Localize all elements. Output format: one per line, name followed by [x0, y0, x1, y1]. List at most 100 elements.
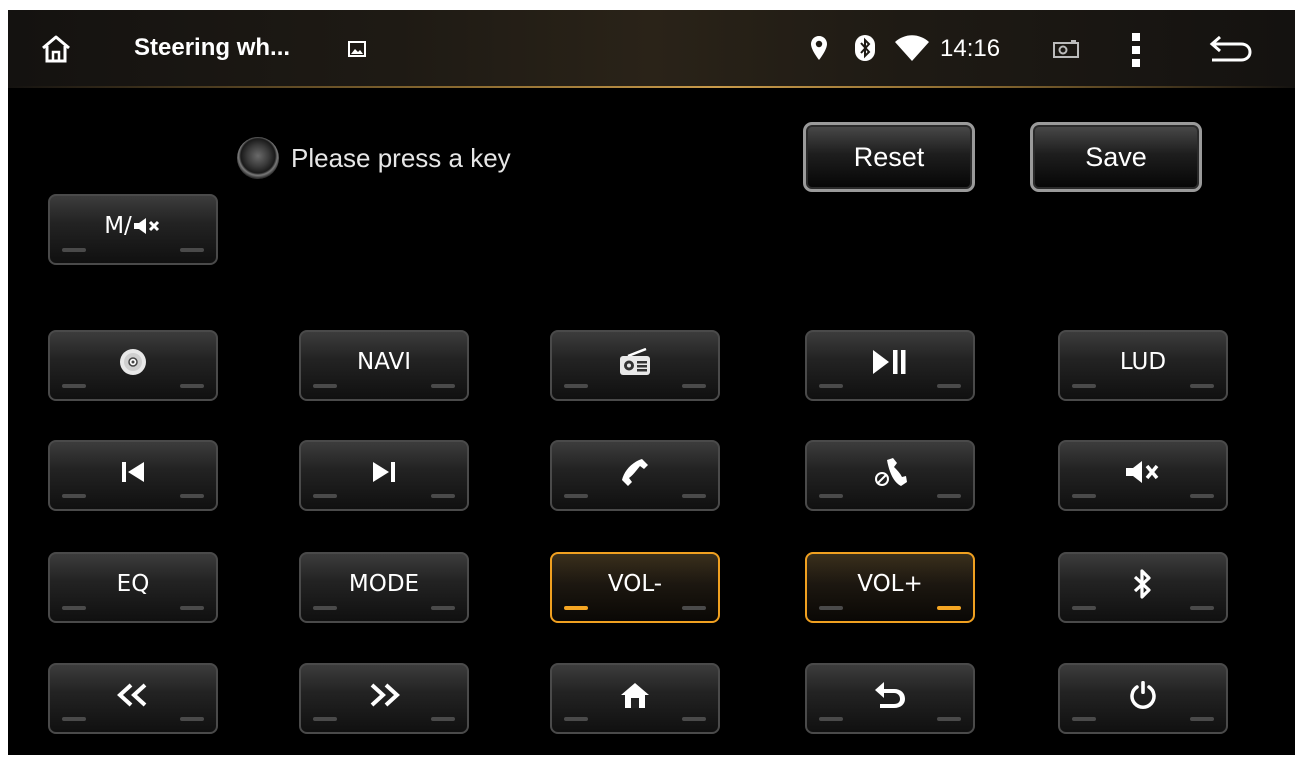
power-icon [1129, 680, 1157, 714]
key-indicator [1190, 494, 1214, 498]
key-power[interactable] [1058, 663, 1228, 734]
key-label: LUD [1119, 348, 1167, 375]
prompt-text: Please press a key [291, 143, 511, 173]
key-indicator [937, 384, 961, 388]
phone-answer-icon [620, 458, 650, 491]
phone-hangup-icon [873, 457, 907, 491]
key-indicator [180, 606, 204, 610]
key-mute[interactable] [1058, 440, 1228, 511]
key-indicator [431, 384, 455, 388]
back-icon [874, 681, 906, 713]
head-unit-screen: Steering wh... 14:16 Please press a key … [8, 10, 1295, 755]
mute-mode-label: M/ [104, 212, 132, 239]
disc-icon [118, 348, 148, 381]
page-title: Steering wh... [134, 34, 291, 61]
key-play-pause[interactable] [805, 330, 975, 401]
key-indicator [564, 494, 588, 498]
key-vol-minus[interactable]: VOL- [550, 552, 720, 623]
mute-icon [1124, 460, 1162, 489]
key-indicator [819, 494, 843, 498]
key-indicator [62, 717, 86, 721]
key-phone-answer[interactable] [550, 440, 720, 511]
key-indicator [682, 494, 706, 498]
next-icon [371, 461, 397, 488]
key-eq[interactable]: EQ [48, 552, 218, 623]
home-icon [620, 682, 650, 713]
key-indicator [431, 494, 455, 498]
key-indicator [937, 494, 961, 498]
key-indicator [62, 494, 86, 498]
key-previous[interactable] [48, 440, 218, 511]
key-indicator [682, 384, 706, 388]
key-indicator [1190, 384, 1214, 388]
key-indicator [819, 717, 843, 721]
more-vert-icon[interactable] [1124, 30, 1148, 70]
key-label: NAVI [357, 348, 411, 375]
key-indicator [1190, 717, 1214, 721]
key-indicator [313, 606, 337, 610]
key-indicator [431, 717, 455, 721]
key-indicator [180, 248, 204, 252]
key-indicator [682, 606, 706, 610]
reset-label: Reset [853, 141, 925, 172]
location-icon [807, 32, 831, 64]
key-fast-forward[interactable] [299, 663, 469, 734]
mute-mode-key[interactable]: M/ [48, 194, 218, 265]
key-indicator [62, 606, 86, 610]
image-icon [345, 37, 369, 61]
key-indicator [819, 606, 843, 610]
key-label: EQ [116, 570, 150, 597]
key-indicator [937, 717, 961, 721]
back-icon[interactable] [1204, 30, 1258, 70]
key-rewind[interactable] [48, 663, 218, 734]
key-navi[interactable]: NAVI [299, 330, 469, 401]
key-indicator [62, 384, 86, 388]
key-indicator [1072, 384, 1096, 388]
key-mode[interactable]: MODE [299, 552, 469, 623]
key-indicator [937, 606, 961, 610]
key-indicator [1072, 606, 1096, 610]
key-vol-plus[interactable]: VOL+ [805, 552, 975, 623]
key-indicator [62, 248, 86, 252]
key-next[interactable] [299, 440, 469, 511]
rewind-icon [115, 683, 151, 712]
key-label: MODE [348, 570, 420, 597]
reset-button[interactable]: Reset [803, 122, 975, 192]
key-indicator [682, 717, 706, 721]
status-bar-divider [8, 86, 1295, 88]
mute-icon [133, 217, 159, 234]
key-radio[interactable] [550, 330, 720, 401]
key-indicator [313, 717, 337, 721]
wifi-icon [892, 32, 932, 64]
key-phone-hangup[interactable] [805, 440, 975, 511]
key-indicator [564, 606, 588, 610]
key-indicator [564, 717, 588, 721]
key-indicator [180, 494, 204, 498]
key-detect-indicator [237, 137, 279, 179]
key-bluetooth[interactable] [1058, 552, 1228, 623]
key-indicator [313, 384, 337, 388]
save-button[interactable]: Save [1030, 122, 1202, 192]
home-icon[interactable] [36, 29, 76, 69]
key-indicator [180, 717, 204, 721]
key-indicator [564, 384, 588, 388]
radio-icon [618, 347, 652, 380]
key-indicator [819, 384, 843, 388]
key-indicator [313, 494, 337, 498]
key-back[interactable] [805, 663, 975, 734]
key-home[interactable] [550, 663, 720, 734]
play-pause-icon [870, 349, 910, 380]
fast-forward-icon [366, 683, 402, 712]
key-indicator [180, 384, 204, 388]
key-lud[interactable]: LUD [1058, 330, 1228, 401]
clock: 14:16 [940, 35, 1001, 62]
key-disc[interactable] [48, 330, 218, 401]
status-bar: Steering wh... 14:16 [8, 10, 1295, 88]
screenshot-icon[interactable] [1051, 37, 1081, 61]
key-indicator [431, 606, 455, 610]
key-label: VOL+ [857, 570, 923, 597]
save-label: Save [1085, 141, 1147, 172]
bluetooth-icon [853, 32, 877, 64]
key-label: VOL- [607, 570, 663, 597]
key-indicator [1072, 494, 1096, 498]
